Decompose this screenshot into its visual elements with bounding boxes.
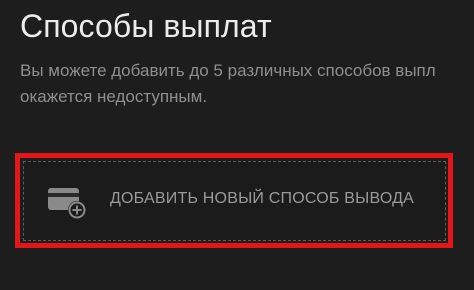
description-line: окажется недоступным. (20, 87, 208, 106)
card-add-icon (48, 188, 86, 219)
add-payout-method-label: ДОБАВИТЬ НОВЫЙ СПОСОБ ВЫВОДА (110, 190, 415, 207)
description-line: Вы можете добавить до 5 различных способ… (20, 61, 436, 80)
page-description: Вы можете добавить до 5 различных способ… (20, 58, 474, 110)
page-title: Способы выплат (20, 8, 272, 44)
payout-methods-screen: Способы выплат Вы можете добавить до 5 р… (0, 0, 474, 290)
